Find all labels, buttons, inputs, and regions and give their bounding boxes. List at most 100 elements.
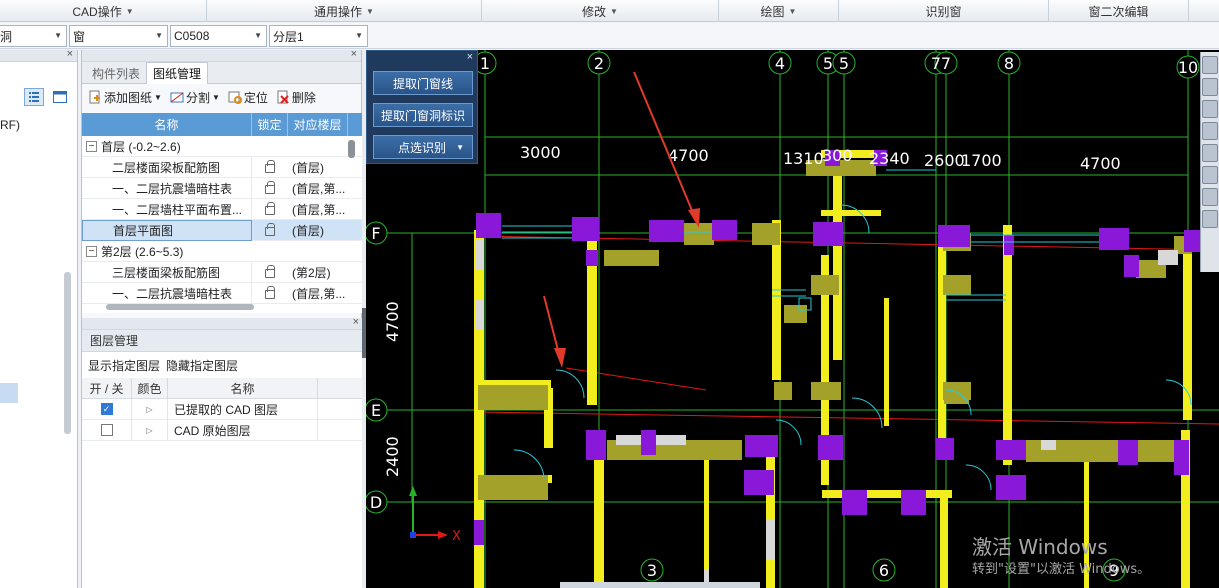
chevron-down-icon: ▼	[366, 6, 374, 16]
ribbon-group-common[interactable]: 通用操作 ▼	[207, 0, 482, 22]
tree-item-selected[interactable]	[0, 383, 18, 403]
ribbon-group-modify[interactable]: 修改 ▼	[482, 0, 719, 22]
add-drawing-button[interactable]: 添加图纸 ▼	[88, 89, 162, 106]
drawing-name: 一、二层墙柱平面布置...	[112, 202, 243, 217]
view-tool-strip	[1200, 52, 1219, 272]
table-row[interactable]: 三层楼面梁板配筋图 (第2层)	[82, 261, 363, 283]
close-icon[interactable]: ×	[67, 48, 73, 60]
locate-button[interactable]: 定位	[228, 89, 268, 106]
axis-label: E	[371, 401, 381, 420]
lock-icon[interactable]	[265, 286, 275, 299]
axis-label: 10	[1178, 58, 1198, 77]
chevron-down-icon: ▼	[155, 31, 163, 40]
ribbon-group-cad[interactable]: CAD操作 ▼	[0, 0, 207, 22]
table-row-selected[interactable]: 首层平面图 (首层)	[82, 219, 363, 241]
close-icon[interactable]: ×	[351, 48, 357, 60]
expand-arrow-icon[interactable]: ▷	[132, 398, 168, 420]
view-tool-button[interactable]	[1202, 56, 1218, 74]
column-header-name[interactable]: 名称	[82, 113, 252, 136]
ribbon-group-label: 通用操作	[314, 4, 363, 19]
collapse-icon[interactable]: −	[86, 140, 97, 152]
split-button[interactable]: 分割 ▼	[170, 89, 220, 106]
tab-component-list[interactable]: 构件列表	[86, 62, 146, 84]
vertical-scrollbar[interactable]	[348, 140, 355, 158]
layer-row[interactable]: ▷ CAD 原始图层	[82, 419, 363, 441]
point-recognize-button[interactable]: 点选识别 ▼	[373, 135, 473, 159]
table-group-row[interactable]: − 第2层 (2.6~5.3)	[82, 241, 363, 262]
layer-row[interactable]: ✓ ▷ 已提取的 CAD 图层	[82, 398, 363, 420]
table-row[interactable]: 二层楼面梁板配筋图 (首层)	[82, 156, 363, 178]
add-file-icon	[89, 90, 100, 104]
component-select-value: C0508	[174, 29, 210, 43]
expand-arrow-icon[interactable]: ▷	[132, 419, 168, 441]
lock-icon[interactable]	[265, 160, 275, 173]
dimension-label: 3000	[520, 143, 561, 162]
layer-checkbox[interactable]	[100, 424, 113, 436]
locate-icon	[228, 91, 242, 104]
extract-window-labels-button[interactable]: 提取门窗洞标识	[373, 103, 473, 127]
column-header-lock[interactable]: 锁定	[252, 113, 288, 136]
drawing-name: 首层平面图	[113, 223, 174, 238]
table-row[interactable]: 一、二层抗震墙暗柱表 (首层,第...	[82, 177, 363, 199]
recognition-floating-panel: × 提取门窗线 提取门窗洞标识 点选识别 ▼	[366, 50, 478, 164]
horizontal-scrollbar[interactable]	[106, 304, 254, 310]
view-tool-button[interactable]	[1202, 166, 1218, 184]
group-label: 第2层 (2.6~5.3)	[101, 244, 184, 259]
panel-titlebar: ×	[0, 48, 77, 62]
axis-label: 6	[879, 561, 889, 580]
close-icon[interactable]: ×	[467, 51, 473, 63]
axis-label: F	[371, 224, 380, 243]
axis-label: 4	[775, 54, 785, 73]
view-tool-button[interactable]	[1202, 210, 1218, 228]
panel-titlebar: ×	[82, 48, 361, 62]
ribbon-group-label: 绘图	[760, 4, 785, 19]
column-header-floor[interactable]: 对应楼层	[288, 113, 348, 136]
layer-checkbox[interactable]: ✓	[100, 403, 113, 415]
layer-links: 显示指定图层 隐藏指定图层	[82, 352, 363, 378]
ribbon-group-window-edit[interactable]: 窗二次编辑	[1049, 0, 1189, 22]
column-header-color[interactable]: 颜色	[132, 378, 168, 398]
table-row[interactable]: 一、二层抗震墙暗柱表 (首层,第...	[82, 282, 363, 304]
status-bar-fragment	[560, 582, 760, 588]
layer-section-title: 图层管理	[82, 330, 363, 352]
table-row[interactable]: 一、二层墙柱平面布置... (首层,第...	[82, 198, 363, 220]
view-tool-button[interactable]	[1202, 144, 1218, 162]
table-group-row[interactable]: − 首层 (-0.2~2.6)	[82, 136, 363, 157]
chevron-down-icon: ▼	[125, 6, 134, 16]
view-tool-button[interactable]	[1202, 188, 1218, 206]
delete-button[interactable]: 删除	[276, 89, 316, 106]
drawing-floor: (首层,第...	[292, 286, 346, 301]
type-select[interactable]: 窗 ▼	[69, 25, 168, 47]
lock-icon[interactable]	[265, 223, 275, 236]
column-header-layer-name[interactable]: 名称	[168, 378, 318, 398]
ucs-icon: X	[409, 486, 461, 544]
list-view-button[interactable]	[24, 88, 44, 106]
lock-icon[interactable]	[265, 265, 275, 278]
ribbon-group-draw[interactable]: 绘图 ▼	[719, 0, 839, 22]
cad-drawing-canvas[interactable]: 3000 4700 1310 300 2340 2600 1700 4700 4…	[366, 50, 1219, 588]
drawing-table: 名称 锁定 对应楼层 − 首层 (-0.2~2.6) 二层楼面梁板配筋图 (首层)…	[82, 113, 363, 313]
ribbon-group-recognize-window[interactable]: 识别窗	[839, 0, 1049, 22]
lock-icon[interactable]	[265, 202, 275, 215]
view-tool-button[interactable]	[1202, 122, 1218, 140]
extract-window-lines-button[interactable]: 提取门窗线	[373, 71, 473, 95]
drawing-floor: (首层)	[292, 223, 324, 238]
layer-select[interactable]: 分层1 ▼	[269, 25, 368, 47]
ribbon-group-label: 修改	[582, 4, 607, 19]
category-select[interactable]: 洞 ▼	[0, 25, 67, 47]
column-header-onoff[interactable]: 开 / 关	[82, 378, 132, 398]
collapse-icon[interactable]: −	[86, 245, 97, 257]
lock-icon[interactable]	[265, 181, 275, 194]
component-select[interactable]: C0508 ▼	[170, 25, 267, 47]
group-label: 首层 (-0.2~2.6)	[101, 139, 181, 154]
tab-drawing-management[interactable]: 图纸管理	[146, 62, 209, 84]
close-icon[interactable]: ×	[353, 316, 359, 328]
tree-item-label[interactable]: RF)	[0, 118, 20, 132]
show-layer-link[interactable]: 显示指定图层	[88, 357, 160, 374]
view-tool-button[interactable]	[1202, 78, 1218, 96]
hide-layer-link[interactable]: 隐藏指定图层	[166, 357, 238, 374]
vertical-scrollbar[interactable]	[64, 272, 71, 434]
x-axis-label: X	[452, 529, 461, 544]
grid-view-button[interactable]	[50, 88, 70, 106]
view-tool-button[interactable]	[1202, 100, 1218, 118]
